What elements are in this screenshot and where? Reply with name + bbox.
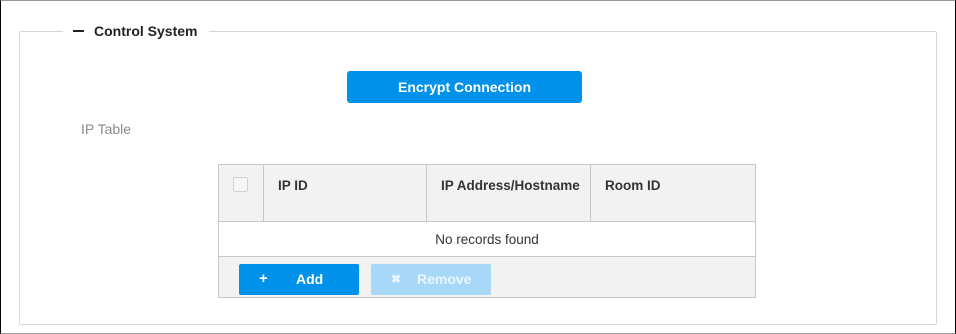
encrypt-connection-button[interactable]: Encrypt Connection (347, 71, 582, 103)
remove-button[interactable]: ✖ Remove (371, 264, 491, 295)
table-header: IP ID IP Address/Hostname Room ID (219, 165, 755, 222)
column-header-ip-address[interactable]: IP Address/Hostname (427, 165, 591, 221)
control-system-section-toggle[interactable]: Control System (63, 19, 210, 43)
add-button[interactable]: + Add (239, 264, 359, 295)
remove-button-label: Remove (417, 271, 472, 287)
ip-table-label: IP Table (81, 121, 132, 137)
add-button-label: Add (296, 271, 324, 287)
header-checkbox-cell (219, 165, 264, 221)
empty-records-row: No records found (219, 222, 755, 257)
section-title: Control System (94, 23, 198, 39)
plus-icon: + (259, 270, 268, 287)
table-footer-toolbar: + Add ✖ Remove (219, 257, 755, 297)
column-header-ip-id[interactable]: IP ID (264, 165, 427, 221)
page-frame: Control System Encrypt Connection IP Tab… (0, 0, 956, 334)
column-header-room-id[interactable]: Room ID (591, 165, 755, 221)
column-header-ip-address-label: IP Address/Hostname (441, 178, 580, 193)
ip-table-grid: IP ID IP Address/Hostname Room ID No rec… (218, 164, 756, 298)
x-icon: ✖ (391, 272, 402, 286)
select-all-checkbox[interactable] (233, 177, 248, 192)
minus-icon (73, 30, 84, 32)
